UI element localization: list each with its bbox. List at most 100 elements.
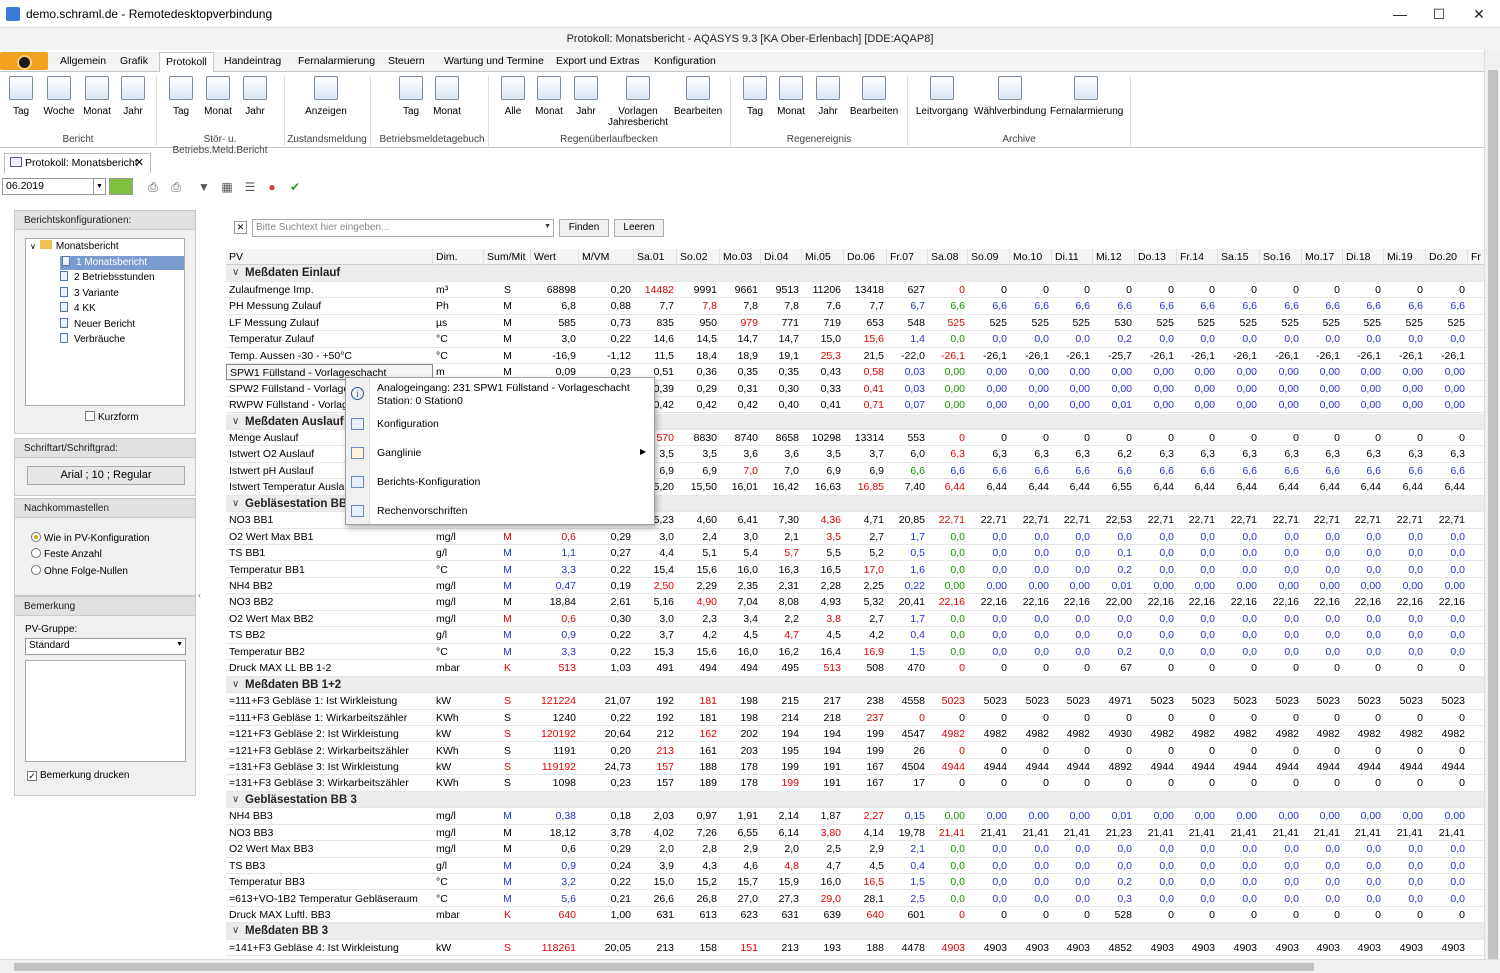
- tree-item-kk[interactable]: 4 KK: [60, 302, 96, 316]
- group-header-row[interactable]: ∨ Gebläsestation BB 3: [226, 791, 1484, 809]
- chevron-down-icon[interactable]: ∨: [232, 677, 239, 693]
- column-header[interactable]: So.09: [968, 249, 1010, 265]
- table-row[interactable]: Zulaufmenge Imp. m³ S 68898 0,20 14482 9991 966…: [226, 282, 1484, 299]
- column-header[interactable]: Fr: [1468, 249, 1484, 265]
- tagebuch-tag-button[interactable]: Tag: [396, 76, 426, 117]
- column-header[interactable]: So.16: [1260, 249, 1302, 265]
- leitvorgang-button[interactable]: Leitvorgang: [913, 76, 971, 117]
- radio-feste-anzahl[interactable]: Feste Anzahl: [31, 548, 102, 560]
- anzeigen-button[interactable]: Anzeigen: [303, 76, 349, 117]
- column-header[interactable]: Mi.05: [802, 249, 844, 265]
- table-row[interactable]: PH Messung Zulauf Ph M 6,8 0,88 7,7 7,8 7,8 7,8 7…: [226, 298, 1484, 315]
- font-select-button[interactable]: Arial ; 10 ; Regular: [27, 466, 185, 485]
- tree-item-neuer-bericht[interactable]: Neuer Bericht: [60, 318, 135, 332]
- table-row[interactable]: O2 Wert Max BB2 mg/l M 0,6 0,30 3,0 2,3 3,4 2,2 3…: [226, 611, 1484, 628]
- menu-item-ganglinie[interactable]: Ganglinie: [377, 447, 421, 459]
- tab-konfiguration[interactable]: Konfiguration: [654, 55, 716, 67]
- tab-grafik[interactable]: Grafik: [120, 55, 148, 67]
- column-header[interactable]: Di.11: [1052, 249, 1093, 265]
- column-header[interactable]: Mo.17: [1302, 249, 1343, 265]
- chevron-down-icon[interactable]: ∨: [232, 923, 239, 939]
- table-row[interactable]: NH4 BB3 mg/l M 0,38 0,18 2,03 0,97 1,91 2,14 1,87…: [226, 808, 1484, 825]
- table-row[interactable]: O2 Wert Max BB3 mg/l M 0,6 0,29 2,0 2,8 2,9 2,0 2…: [226, 841, 1484, 858]
- stoer-monat-button[interactable]: Monat: [201, 76, 235, 117]
- clear-button[interactable]: Leeren: [614, 219, 664, 237]
- print-preview-icon[interactable]: ⎙: [169, 180, 183, 194]
- column-header[interactable]: Wert: [531, 249, 579, 265]
- table-row[interactable]: =121+F3 Gebläse 2: Ist Wirkleistung kW S 12…: [226, 726, 1484, 743]
- table-row[interactable]: NO3 BB3 mg/l M 18,12 3,78 4,02 7,26 6,55 6,14 3,8…: [226, 825, 1484, 842]
- menu-item-konfiguration[interactable]: Konfiguration: [377, 418, 439, 430]
- regen-monat-button[interactable]: Monat: [774, 76, 808, 117]
- collapse-panel-icon[interactable]: ‹: [198, 590, 201, 600]
- date-selector[interactable]: 06.2019 ▼: [2, 178, 106, 195]
- stoer-jahr-button[interactable]: Jahr: [240, 76, 270, 117]
- vertical-scrollbar[interactable]: [1484, 50, 1500, 960]
- column-header[interactable]: Mo.03: [720, 249, 761, 265]
- table-row[interactable]: =121+F3 Gebläse 2: Wirkarbeitszähler KWh S…: [226, 743, 1484, 759]
- color-palette-icon[interactable]: ●: [265, 180, 279, 194]
- table-row[interactable]: NH4 BB2 mg/l M 0,47 0,19 2,50 2,29 2,35 2,31 2,28…: [226, 578, 1484, 595]
- chevron-down-icon[interactable]: ▼: [93, 179, 105, 194]
- radio-ohne-nullen[interactable]: Ohne Folge-Nullen: [31, 565, 128, 577]
- table-row[interactable]: =131+F3 Gebläse 3: Ist Wirkleistung kW S 11…: [226, 759, 1484, 776]
- column-header[interactable]: Mi.19: [1384, 249, 1426, 265]
- tree-item-variante[interactable]: 3 Variante: [60, 287, 119, 301]
- column-header[interactable]: Sa.08: [928, 249, 968, 265]
- table-row[interactable]: Temperatur Zulauf °C M 3,0 0,22 14,6 14,5 14,7 1…: [226, 331, 1484, 348]
- chevron-down-icon[interactable]: ∨: [232, 496, 239, 512]
- tab-steuern[interactable]: Steuern: [388, 55, 425, 67]
- chevron-down-icon[interactable]: ∨: [232, 414, 239, 430]
- table-row[interactable]: Druck MAX LL BB 1-2 mbar K 513 1,03 491 494 494…: [226, 660, 1484, 677]
- table-row[interactable]: =141+F3 Gebläse 4: Ist Wirkleistung kW S 11…: [226, 940, 1484, 957]
- chevron-down-icon[interactable]: ∨: [232, 265, 239, 281]
- clear-search-icon[interactable]: ✕: [234, 221, 247, 234]
- column-header[interactable]: Do.20: [1426, 249, 1468, 265]
- column-header[interactable]: Di.18: [1343, 249, 1384, 265]
- bericht-jahr-button[interactable]: Jahr: [118, 76, 148, 117]
- tab-fernalarmierung[interactable]: Fernalarmierung: [298, 55, 375, 67]
- column-header[interactable]: M/VM: [579, 249, 634, 265]
- tab-export[interactable]: Export und Extras: [556, 55, 639, 67]
- regen-jahr-button[interactable]: Jahr: [813, 76, 843, 117]
- column-header[interactable]: Dim.: [433, 249, 484, 265]
- scroll-thumb[interactable]: [14, 963, 1314, 971]
- rub-bearbeiten-button[interactable]: Bearbeiten: [672, 76, 724, 117]
- rub-vorlagen-button[interactable]: Vorlagen Jahresbericht: [606, 76, 670, 128]
- tab-allgemein[interactable]: Allgemein: [60, 55, 106, 67]
- column-header[interactable]: Sa.01: [634, 249, 677, 265]
- close-tab-icon[interactable]: ✕: [135, 156, 144, 169]
- column-header[interactable]: So.02: [677, 249, 720, 265]
- tab-protokoll[interactable]: Protokoll: [159, 52, 214, 73]
- table-row[interactable]: Temperatur BB3 °C M 3,2 0,22 15,0 15,2 15,7 15,9…: [226, 874, 1484, 891]
- tab-wartung[interactable]: Wartung und Termine: [444, 55, 544, 67]
- chevron-down-icon[interactable]: ∨: [232, 792, 239, 808]
- tree-item-betriebsstunden[interactable]: 2 Betriebsstunden: [60, 271, 155, 285]
- table-row[interactable]: TS BB1 g/l M 1,1 0,27 4,4 5,1 5,4 5,7 5,5 5,2 0,5 0,…: [226, 545, 1484, 562]
- table-row[interactable]: O2 Wert Max BB1 mg/l M 0,6 0,29 3,0 2,4 3,0 2,1 3…: [226, 529, 1484, 546]
- table-row[interactable]: =131+F3 Gebläse 3: Wirkarbeitszähler KWh S…: [226, 775, 1484, 792]
- kurzform-checkbox[interactable]: Kurzform: [85, 411, 139, 423]
- menu-item-berichts-konfiguration[interactable]: Berichts-Konfiguration: [377, 476, 480, 488]
- column-header[interactable]: Mo.10: [1010, 249, 1052, 265]
- column-header[interactable]: PV: [226, 249, 433, 265]
- group-header-row[interactable]: ∨ Meßdaten BB 3: [226, 923, 1484, 940]
- filter-icon[interactable]: ▼: [197, 180, 211, 194]
- pvgruppe-select[interactable]: Standard ▼: [25, 638, 186, 655]
- column-header[interactable]: Fr.14: [1177, 249, 1218, 265]
- archiv-fernalarmierung-button[interactable]: Fernalarmierung: [1050, 76, 1123, 117]
- print-icon[interactable]: ⎙: [146, 180, 160, 194]
- settings-list-icon[interactable]: ☰: [243, 180, 257, 194]
- bemerkung-drucken-checkbox[interactable]: ✓ Bemerkung drucken: [27, 770, 130, 781]
- column-header[interactable]: Sa.15: [1218, 249, 1260, 265]
- column-header[interactable]: Fr.07: [887, 249, 928, 265]
- column-header[interactable]: Do.13: [1135, 249, 1177, 265]
- tree-item-verbraeuche[interactable]: Verbräuche: [60, 333, 125, 347]
- stoer-tag-button[interactable]: Tag: [166, 76, 196, 117]
- column-header[interactable]: Sum/Mit: [484, 249, 531, 265]
- export-icon[interactable]: ▦: [220, 180, 234, 194]
- bemerkung-textarea[interactable]: [25, 660, 186, 762]
- table-row[interactable]: Temperatur BB2 °C M 3,3 0,22 15,3 15,6 16,0 16,2…: [226, 644, 1484, 661]
- table-row[interactable]: =111+F3 Gebläse 1: Wirkarbeitszähler KWh S…: [226, 710, 1484, 726]
- regen-tag-button[interactable]: Tag: [740, 76, 770, 117]
